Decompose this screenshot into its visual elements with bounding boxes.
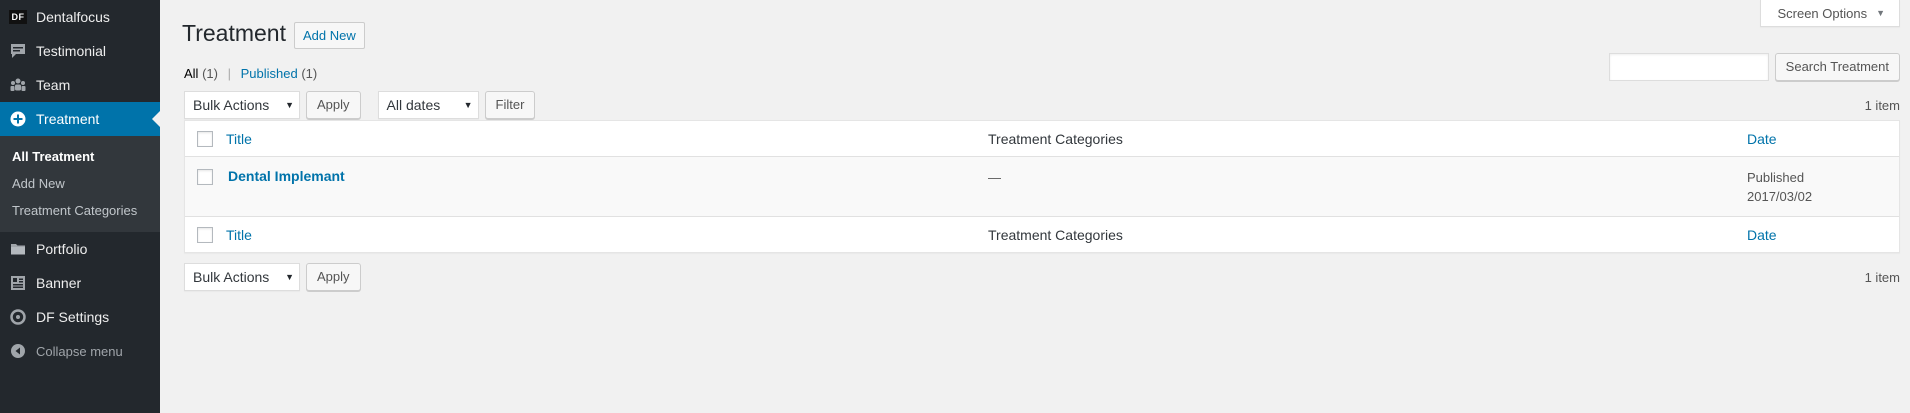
select-all-cell-footer — [185, 226, 225, 243]
settings-icon — [9, 308, 27, 326]
menu-item-treatment[interactable]: Treatment — [0, 102, 160, 136]
select-all-checkbox-footer[interactable] — [197, 226, 213, 243]
menu-item-team[interactable]: Team — [0, 68, 160, 102]
banner-icon — [9, 274, 27, 292]
view-published-count: (1) — [301, 66, 318, 81]
caret-down-icon: ▼ — [1876, 8, 1885, 18]
row-select-cell — [185, 168, 225, 185]
dates-filter-value: All dates — [386, 97, 441, 113]
apply-button[interactable]: Apply — [306, 91, 361, 119]
column-date-sort-footer[interactable]: Date — [1747, 227, 1777, 243]
menu-item-portfolio[interactable]: Portfolio — [0, 232, 160, 266]
plus-circle-icon — [9, 110, 27, 128]
bulk-actions-select-bottom[interactable]: Bulk Actions ▼ — [184, 263, 300, 291]
column-treatment-categories: Treatment Categories — [988, 130, 1123, 147]
row-title-link[interactable]: Dental Implemant — [228, 168, 345, 184]
submenu-treatment-categories[interactable]: Treatment Categories — [0, 197, 160, 224]
collapse-menu-label: Collapse menu — [36, 343, 123, 359]
select-all-cell — [185, 130, 225, 147]
menu-label: Testimonial — [36, 43, 107, 59]
comment-icon — [9, 42, 27, 60]
add-new-button[interactable]: Add New — [294, 22, 365, 49]
menu-item-testimonial[interactable]: Testimonial — [0, 34, 160, 68]
select-all-checkbox[interactable] — [197, 130, 213, 147]
row-checkbox[interactable] — [197, 169, 213, 185]
filter-button[interactable]: Filter — [484, 91, 536, 119]
search-input[interactable] — [1608, 53, 1769, 81]
search-box: Search Treatment — [1608, 53, 1900, 81]
items-count: 1 item — [1864, 97, 1900, 113]
bulk-actions-value: Bulk Actions — [193, 97, 270, 113]
collapse-menu-button[interactable]: Collapse menu — [0, 334, 160, 368]
menu-label: Banner — [36, 275, 82, 291]
admin-sidebar: DF Dentalfocus Testimonial Team Treatmen… — [0, 0, 160, 413]
column-title-sort[interactable]: Title — [226, 131, 252, 147]
df-logo-icon: DF — [9, 8, 27, 26]
menu-label: Dentalfocus — [36, 9, 110, 25]
bulk-actions-value: Bulk Actions — [193, 269, 270, 285]
row-date: 2017/03/02 — [1747, 189, 1813, 204]
menu-label: Team — [36, 77, 71, 93]
collapse-icon — [9, 342, 27, 360]
menu-item-df-settings[interactable]: DF Settings — [0, 300, 160, 334]
column-title-sort-footer[interactable]: Title — [226, 227, 252, 243]
view-all-link[interactable]: All — [184, 66, 198, 81]
df-badge-text: DF — [9, 10, 27, 24]
apply-button-bottom[interactable]: Apply — [306, 263, 361, 291]
view-separator: | — [227, 66, 231, 81]
tablenav-bottom: Bulk Actions ▼ Apply 1 item — [184, 263, 1900, 291]
menu-label: DF Settings — [36, 309, 110, 325]
groups-icon — [9, 76, 27, 94]
column-date-sort[interactable]: Date — [1747, 131, 1777, 147]
row-categories: — — [988, 170, 1001, 185]
table-row: Dental Implemant — Published 2017/03/02 — [185, 157, 1899, 216]
screen-options-label: Screen Options — [1777, 5, 1868, 21]
menu-item-dentalfocus[interactable]: DF Dentalfocus — [0, 0, 160, 34]
menu-item-banner[interactable]: Banner — [0, 266, 160, 300]
dropdown-arrow-icon: ▼ — [463, 100, 473, 110]
submenu-all-treatment[interactable]: All Treatment — [0, 143, 160, 170]
treatment-submenu: All Treatment Add New Treatment Categori… — [0, 136, 160, 232]
post-status-views: All (1) | Published (1) — [184, 66, 317, 81]
column-treatment-categories-footer: Treatment Categories — [988, 226, 1123, 243]
table-footer-row: Title Treatment Categories Date — [185, 216, 1899, 252]
menu-label: Treatment — [36, 111, 100, 127]
view-all-count: (1) — [202, 66, 218, 81]
page-title: Treatment — [182, 20, 286, 46]
dates-filter-select[interactable]: All dates ▼ — [377, 91, 479, 119]
main-content: Screen Options ▼ Treatment Add New All (… — [160, 0, 1910, 413]
portfolio-icon — [9, 240, 27, 258]
posts-list-table: Title Treatment Categories Date Dental I… — [184, 120, 1900, 253]
menu-label: Portfolio — [36, 241, 88, 257]
search-treatment-button[interactable]: Search Treatment — [1774, 53, 1900, 81]
items-count-bottom: 1 item — [1864, 269, 1900, 285]
tablenav-top: Bulk Actions ▼ Apply All dates ▼ Filter … — [184, 91, 1900, 119]
screen-options-button[interactable]: Screen Options ▼ — [1760, 0, 1900, 27]
dropdown-arrow-icon: ▼ — [285, 100, 294, 110]
row-status: Published — [1747, 170, 1805, 185]
table-header-row: Title Treatment Categories Date — [185, 121, 1899, 157]
dropdown-arrow-icon: ▼ — [285, 272, 294, 282]
bulk-actions-select[interactable]: Bulk Actions ▼ — [184, 91, 300, 119]
view-published-link[interactable]: Published — [241, 66, 298, 81]
submenu-add-new[interactable]: Add New — [0, 170, 160, 197]
